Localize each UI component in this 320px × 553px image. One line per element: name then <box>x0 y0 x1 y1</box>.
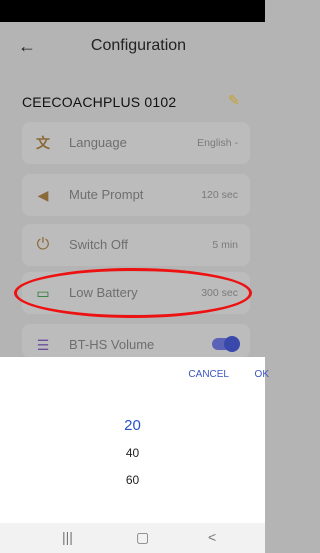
picker-option[interactable]: 40 <box>0 446 265 460</box>
recents-icon[interactable]: ||| <box>62 529 73 545</box>
mute-icon: ◀ <box>37 187 49 203</box>
page-title: Configuration <box>90 37 187 54</box>
setting-value: English - <box>197 137 238 149</box>
navigation-bar: ||| ▢ < <box>0 523 265 553</box>
setting-label: Mute Prompt <box>69 187 144 202</box>
setting-switch-off[interactable]: ⏻ Switch Off 5 min <box>22 224 250 266</box>
setting-mute-prompt[interactable]: ◀ Mute Prompt 120 sec <box>22 174 250 216</box>
value-picker-sheet: CANCEL OK 20 40 60 <box>0 357 269 523</box>
device-row: CEECOACHPLUS 0102 ✎ <box>0 90 265 116</box>
picker-option[interactable]: 60 <box>0 473 265 487</box>
translate-icon: 文 <box>36 135 50 151</box>
setting-label: Language <box>69 135 127 150</box>
setting-value: 120 sec <box>201 189 238 201</box>
picker-option-selected[interactable]: 20 <box>0 417 265 434</box>
setting-language[interactable]: 文 Language English - <box>22 122 250 164</box>
app-bar: ← Configuration <box>0 22 265 74</box>
ok-button[interactable]: OK <box>255 369 269 380</box>
pencil-icon[interactable]: ✎ <box>228 92 240 109</box>
power-icon: ⏻ <box>36 236 50 253</box>
setting-label: BT-HS Volume <box>69 337 155 352</box>
setting-label: Switch Off <box>69 237 129 252</box>
toggle-knob <box>224 336 240 352</box>
bt-hs-volume-toggle[interactable] <box>212 336 240 352</box>
home-icon[interactable]: ▢ <box>136 529 149 546</box>
device-name: CEECOACHPLUS 0102 <box>22 94 177 110</box>
equalizer-icon: ☰ <box>36 337 50 353</box>
back-icon[interactable]: < <box>208 529 216 545</box>
setting-bt-hs-volume[interactable]: ☰ BT-HS Volume <box>22 324 250 358</box>
cancel-button[interactable]: CANCEL <box>188 369 229 380</box>
highlight-ellipse <box>14 268 252 318</box>
setting-value: 5 min <box>212 239 238 251</box>
status-bar <box>0 0 265 22</box>
